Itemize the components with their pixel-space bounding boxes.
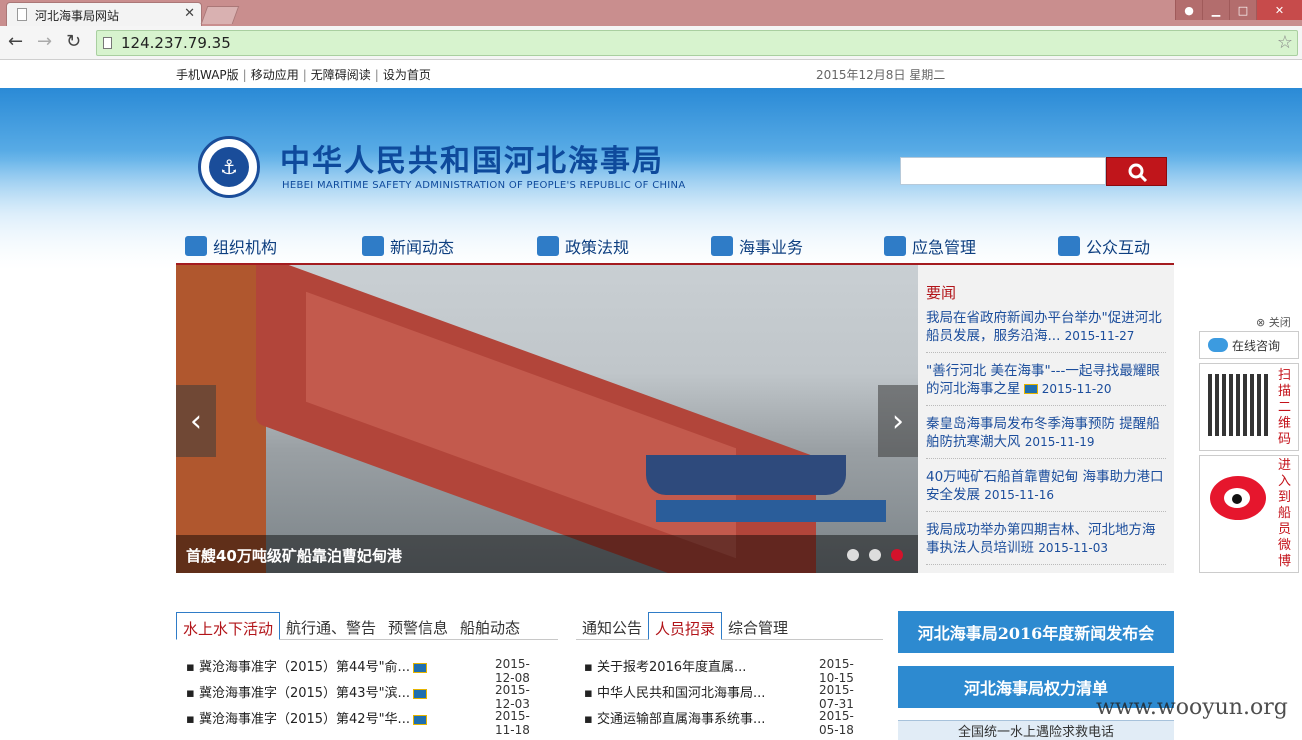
watermark: www.wooyun.org	[1096, 695, 1288, 720]
page-icon	[17, 8, 27, 21]
tugboat-image	[656, 500, 886, 522]
link-mobile-app[interactable]: 移动应用	[251, 68, 299, 82]
search-input[interactable]	[900, 157, 1106, 185]
news-item[interactable]: 秦皇岛海事局发布冬季海事预防 提醒船舶防抗寒潮大风 2015-11-19	[926, 415, 1166, 459]
nav-emergency[interactable]: 应急管理	[884, 233, 976, 259]
list-item[interactable]: ▪ 冀沧海事准字（2015）第44号"俞... 2015-12-08	[186, 656, 530, 685]
banner-emergency-phone[interactable]: 全国统一水上遇险求救电话	[898, 720, 1174, 740]
maximize-icon[interactable]: □	[1229, 0, 1256, 20]
tab-row-left: 水上水下活动 航行通、警告 预警信息 船舶动态	[176, 612, 558, 640]
chat-icon	[1208, 338, 1228, 352]
slider-dot-active[interactable]	[891, 549, 903, 561]
org-chart-icon	[185, 236, 207, 256]
reload-icon[interactable]: ↻	[66, 31, 81, 52]
news-item[interactable]: "善行河北 美在海事"---一起寻找最耀眼的河北海事之星 2015-11-20	[926, 362, 1166, 406]
qr-code-box[interactable]: 扫描二维码	[1199, 363, 1299, 451]
link-accessible[interactable]: 无障碍阅读	[311, 68, 371, 82]
newspaper-icon	[362, 236, 384, 256]
nav-news[interactable]: 新闻动态	[362, 233, 454, 259]
search-button[interactable]	[1106, 157, 1167, 186]
nav-organization[interactable]: 组织机构	[185, 233, 277, 259]
list-item[interactable]: ▪ 冀沧海事准字（2015）第42号"华... 2015-11-18	[186, 708, 530, 737]
list-item[interactable]: ▪ 中华人民共和国河北海事局... 2015-07-31	[584, 682, 854, 711]
bookmark-star-icon[interactable]: ☆	[1277, 32, 1293, 53]
news-item[interactable]: 我局成功举办第四期吉林、河北地方海事执法人员培训班 2015-11-03	[926, 521, 1166, 565]
thumbs-up-icon	[711, 236, 733, 256]
close-window-icon[interactable]: ✕	[1256, 0, 1302, 20]
minimize-icon[interactable]: ▁	[1202, 0, 1229, 20]
new-icon	[1023, 384, 1038, 394]
site-title: 中华人民共和国河北海事局	[280, 144, 664, 179]
new-icon	[412, 714, 427, 725]
hand-icon	[884, 236, 906, 256]
back-icon[interactable]: ←	[8, 31, 23, 52]
list-item[interactable]: ▪ 关于报考2016年度直属... 2015-10-15	[584, 656, 854, 685]
tugboat-image	[646, 455, 846, 495]
nav-maritime-business[interactable]: 海事业务	[711, 233, 803, 259]
weibo-box[interactable]: 进入到船员微博	[1199, 455, 1299, 573]
slider-prev-button[interactable]: ‹	[176, 385, 216, 457]
date-text: 2015年12月8日 星期二	[816, 68, 946, 82]
news-item[interactable]: 我局在省政府新闻办平台举办"促进河北船员发展，服务沿海... 2015-11-2…	[926, 309, 1166, 353]
address-bar[interactable]: 124.237.79.35 ☆	[96, 30, 1298, 56]
printer-icon	[537, 236, 559, 256]
slider-caption[interactable]: 首艘40万吨级矿船靠泊曹妃甸港	[186, 545, 402, 566]
chat-bubble-icon	[1058, 236, 1080, 256]
qr-code-image	[1208, 374, 1270, 436]
forward-icon[interactable]: →	[37, 31, 52, 52]
new-icon	[412, 662, 427, 673]
search-icon	[1128, 163, 1148, 183]
close-tab-icon[interactable]: ✕	[184, 6, 195, 21]
user-icon[interactable]: ●	[1175, 0, 1202, 20]
list-item[interactable]: ▪ 冀沧海事准字（2015）第43号"滨... 2015-12-03	[186, 682, 530, 711]
browser-tab[interactable]: 河北海事局网站 ✕	[6, 2, 202, 26]
anchor-icon: ⚓	[209, 147, 249, 187]
slider-dot[interactable]	[869, 549, 881, 561]
float-close-link[interactable]: ⊗ 关闭	[1256, 314, 1291, 330]
slider-next-button[interactable]: ›	[878, 385, 918, 457]
tab-title: 河北海事局网站	[35, 9, 120, 23]
tab-water-activity[interactable]: 水上水下活动	[176, 612, 281, 640]
tab-ship-movement[interactable]: 船舶动态	[454, 612, 526, 640]
tab-row-middle: 通知公告 人员招录 综合管理	[576, 612, 883, 640]
news-item[interactable]: 40万吨矿石船首靠曹妃甸 海事助力港口安全发展 2015-11-16	[926, 468, 1166, 512]
qr-label: 扫描二维码	[1278, 368, 1292, 447]
news-heading: 要闻	[926, 284, 957, 302]
image-slider[interactable]: 首艘40万吨级矿船靠泊曹妃甸港 ‹ ›	[176, 265, 918, 573]
online-consult-button[interactable]: 在线咨询	[1199, 331, 1299, 359]
nav-policy[interactable]: 政策法规	[537, 233, 629, 259]
tab-general-management[interactable]: 综合管理	[722, 612, 794, 640]
top-links: 手机WAP版 | 移动应用 | 无障碍阅读 | 设为首页	[176, 68, 431, 82]
link-set-homepage[interactable]: 设为首页	[383, 68, 431, 82]
weibo-label: 进入到船员微博	[1278, 458, 1292, 569]
new-icon	[412, 688, 427, 699]
tab-navigation-warning[interactable]: 航行通、警告	[280, 612, 382, 640]
nav-public-interaction[interactable]: 公众互动	[1058, 233, 1150, 259]
new-tab-button[interactable]	[200, 6, 240, 24]
slider-dot[interactable]	[847, 549, 859, 561]
url-text[interactable]: 124.237.79.35	[121, 34, 231, 52]
site-title-en: HEBEI MARITIME SAFETY ADMINISTRATION OF …	[282, 180, 686, 191]
weibo-icon	[1210, 476, 1266, 520]
link-wap[interactable]: 手机WAP版	[176, 68, 239, 82]
banner-press-conference[interactable]: 河北海事局2016年度新闻发布会	[898, 611, 1174, 653]
page-icon	[103, 37, 112, 49]
list-item[interactable]: ▪ 交通运输部直属海事系统事... 2015-05-18	[584, 708, 854, 737]
tab-recruitment[interactable]: 人员招录	[648, 612, 723, 640]
tab-notices[interactable]: 通知公告	[576, 612, 648, 640]
tab-warning-info[interactable]: 预警信息	[382, 612, 454, 640]
msa-logo[interactable]: ⚓	[198, 136, 260, 198]
window-controls: ● ▁ □ ✕	[1175, 0, 1302, 20]
